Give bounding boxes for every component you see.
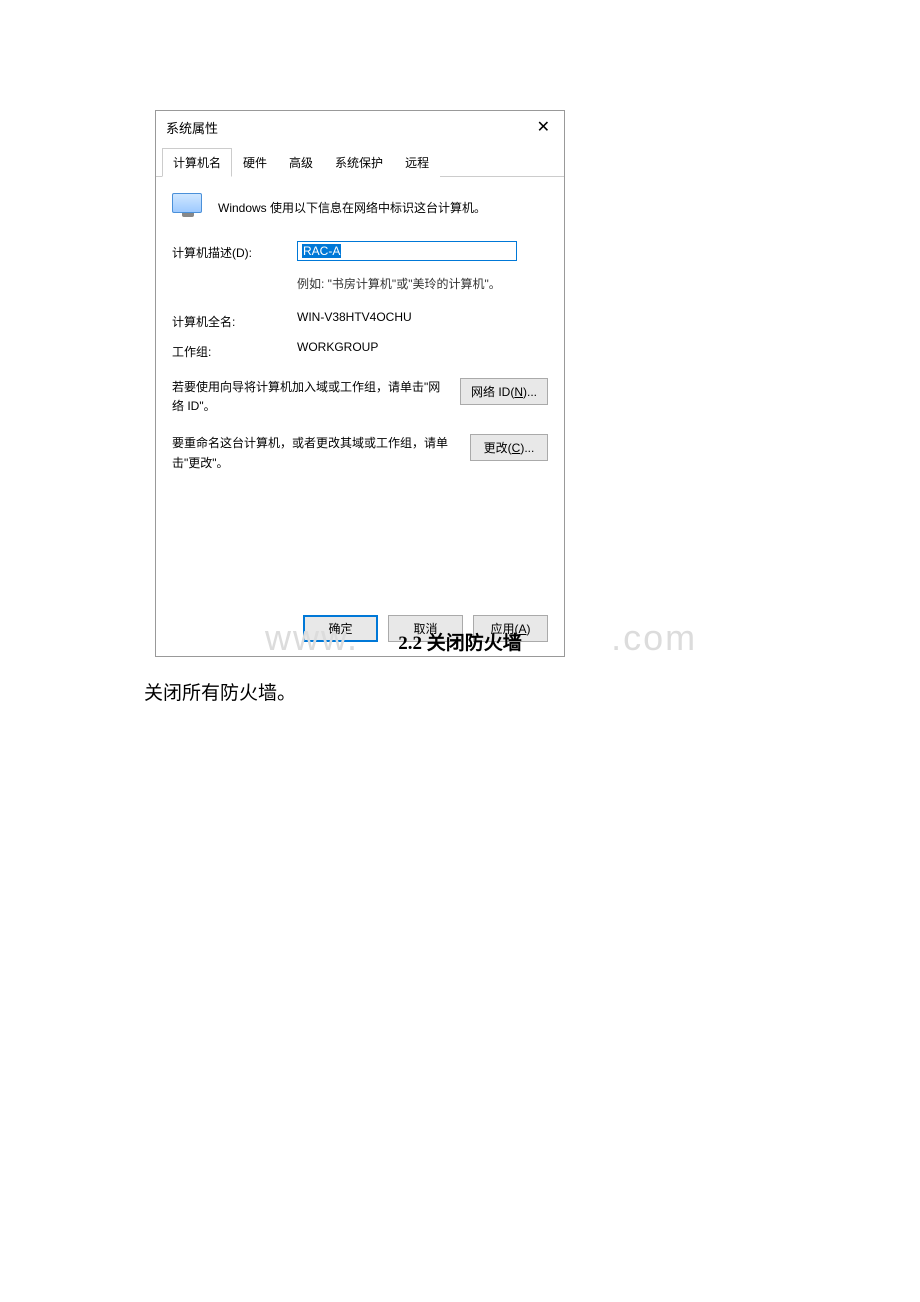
fullname-label: 计算机全名: <box>172 310 297 330</box>
change-text: 要重命名这台计算机，或者更改其域或工作组，请单击"更改"。 <box>172 434 458 472</box>
close-icon[interactable]: ✕ <box>533 117 554 137</box>
workgroup-label: 工作组: <box>172 340 297 360</box>
network-id-button[interactable]: 网络 ID(N)... <box>460 378 548 405</box>
network-id-text: 若要使用向导将计算机加入域或工作组，请单击"网络 ID"。 <box>172 378 448 416</box>
description-hint: 例如: "书房计算机"或"美玲的计算机"。 <box>297 275 548 292</box>
workgroup-value: WORKGROUP <box>297 340 548 354</box>
description-input[interactable]: RAC-A <box>297 241 517 261</box>
description-label: 计算机描述(D): <box>172 241 297 261</box>
intro-text: Windows 使用以下信息在网络中标识这台计算机。 <box>218 199 486 216</box>
tab-system-protection[interactable]: 系统保护 <box>324 148 394 177</box>
dialog-content: Windows 使用以下信息在网络中标识这台计算机。 计算机描述(D): RAC… <box>156 177 564 603</box>
system-properties-dialog: 系统属性 ✕ 计算机名 硬件 高级 系统保护 远程 Windows 使用以下信息… <box>155 110 565 657</box>
tab-advanced[interactable]: 高级 <box>278 148 324 177</box>
fullname-value: WIN-V38HTV4OCHU <box>297 310 548 324</box>
change-button[interactable]: 更改(C)... <box>470 434 548 461</box>
tab-computer-name[interactable]: 计算机名 <box>162 148 232 177</box>
section-heading: 2.2 关闭防火墙 <box>0 628 920 655</box>
tabs-bar: 计算机名 硬件 高级 系统保护 远程 <box>156 147 564 177</box>
dialog-title-bar: 系统属性 ✕ <box>156 111 564 143</box>
computer-icon <box>172 193 204 221</box>
body-text: 关闭所有防火墙。 <box>144 678 296 705</box>
tab-remote[interactable]: 远程 <box>394 148 440 177</box>
dialog-title: 系统属性 <box>166 118 218 137</box>
tab-hardware[interactable]: 硬件 <box>232 148 278 177</box>
